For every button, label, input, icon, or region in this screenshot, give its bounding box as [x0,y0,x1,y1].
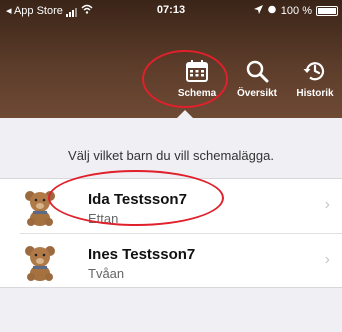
selected-tab-pointer [177,110,193,118]
header: ◂ App Store 07:13 100 % Schema Översikt … [0,0,342,118]
nav-oversikt-button[interactable]: Översikt [228,54,286,99]
nav-oversikt-label: Översikt [236,88,278,99]
list-item-child[interactable]: Ines Testsson7 Tvåan › [20,233,342,287]
nav-schema-label: Schema [177,88,217,99]
status-bar: ◂ App Store 07:13 100 % [0,0,342,20]
alarm-icon [267,4,277,17]
child-group: Tvåan [88,266,125,281]
instruction-text: Välj vilket barn du vill schemalägga. [68,148,274,163]
battery-icon [316,5,338,16]
search-icon [228,54,286,88]
nav-schema-button[interactable]: Schema [170,54,224,99]
teddy-bear-icon [20,187,60,227]
nav-historik-button[interactable]: Historik [288,54,342,99]
child-name: Ida Testsson7 [88,191,187,208]
teddy-bear-icon [20,242,60,282]
history-icon [288,54,342,88]
chevron-right-icon: › [324,251,330,268]
chevron-right-icon: › [324,196,330,213]
child-group: Ettan [88,211,119,226]
calendar-icon [170,54,224,88]
nav-historik-label: Historik [296,88,334,99]
battery-percent: 100 % [280,4,312,17]
list-item-child[interactable]: Ida Testsson7 Ettan › [0,179,342,233]
child-name: Ines Testsson7 [88,246,196,263]
location-icon [253,4,263,17]
children-list: Ida Testsson7 Ettan › Ines Testsson7 Två… [0,178,342,288]
